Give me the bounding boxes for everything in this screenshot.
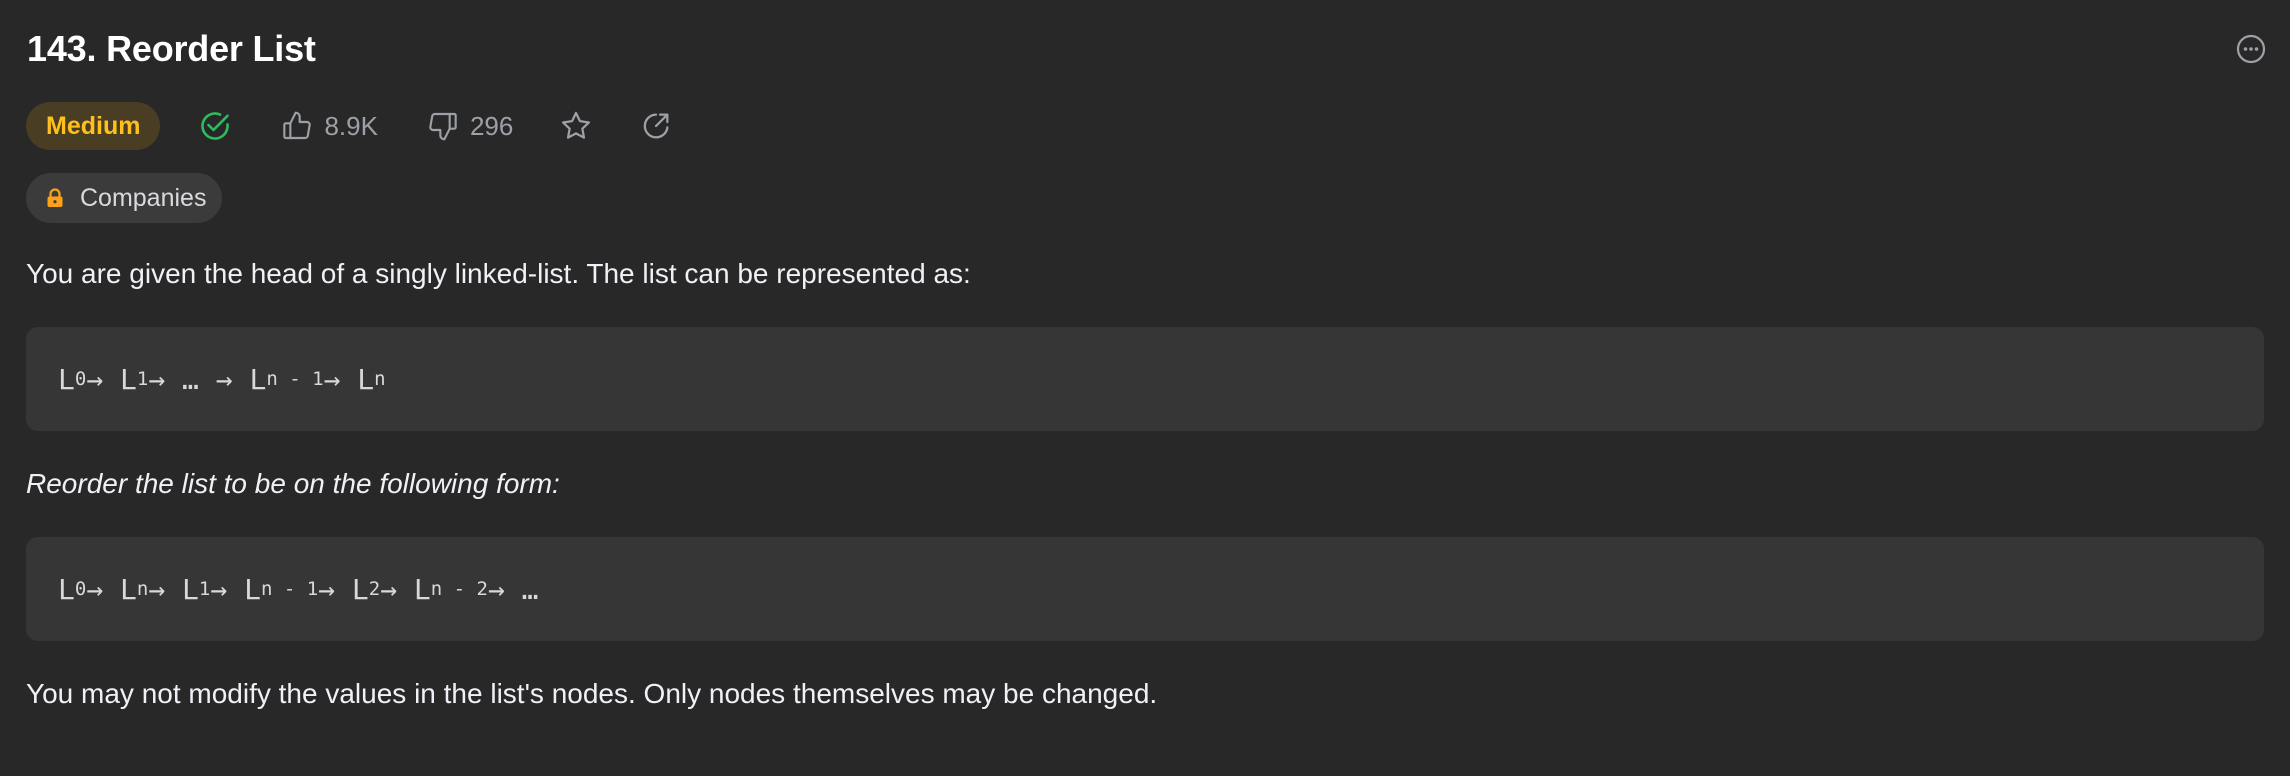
code-term: → L <box>323 362 375 396</box>
code-term: L <box>58 362 75 396</box>
code-term: → L <box>210 572 261 606</box>
share-button[interactable] <box>639 109 673 143</box>
code-term: → … → L <box>148 362 267 396</box>
description-instruction: Reorder the list to be on the following … <box>26 468 560 499</box>
problem-title: 143. Reorder List <box>27 28 316 69</box>
code-block-reordered-form: L0 → Ln → L1 → Ln - 1 → L2 → Ln - 2 → … <box>26 537 2264 641</box>
thumbs-up-icon <box>280 109 314 143</box>
code-block-list-form: L0 → L1 → … → Ln - 1 → Ln <box>26 327 2264 431</box>
companies-tag-button[interactable]: Companies <box>26 173 223 223</box>
code-term: → L <box>318 572 369 606</box>
description-intro: You are given the head of a singly linke… <box>26 258 971 289</box>
problem-description-panel: 143. Reorder List Medium 8.9K 296 Compan… <box>26 0 2266 709</box>
code-term: → L <box>148 572 199 606</box>
code-term: L <box>58 572 75 606</box>
companies-label: Companies <box>80 183 207 212</box>
like-button[interactable]: 8.9K <box>280 109 378 143</box>
dislike-count: 296 <box>469 110 514 141</box>
dislike-button[interactable]: 296 <box>426 109 513 143</box>
thumbs-down-icon <box>426 109 460 143</box>
like-count: 8.9K <box>324 110 378 141</box>
code-term: → L <box>86 572 137 606</box>
solved-status <box>198 109 232 143</box>
share-icon <box>639 109 673 143</box>
more-options-button[interactable] <box>2236 34 2266 64</box>
description-constraint: You may not modify the values in the lis… <box>26 678 1158 709</box>
problem-meta-row: Medium 8.9K 296 <box>26 102 673 150</box>
favorite-button[interactable] <box>559 109 593 143</box>
title-row: 143. Reorder List <box>26 0 2266 100</box>
code-term: → L <box>380 572 431 606</box>
code-term: → L <box>86 362 137 396</box>
lock-icon <box>44 186 66 210</box>
code-term: → … <box>487 572 539 606</box>
difficulty-badge: Medium <box>26 102 161 150</box>
star-icon <box>559 109 593 143</box>
more-horizontal-circle-icon <box>2236 34 2266 64</box>
check-circle-icon <box>201 112 230 140</box>
